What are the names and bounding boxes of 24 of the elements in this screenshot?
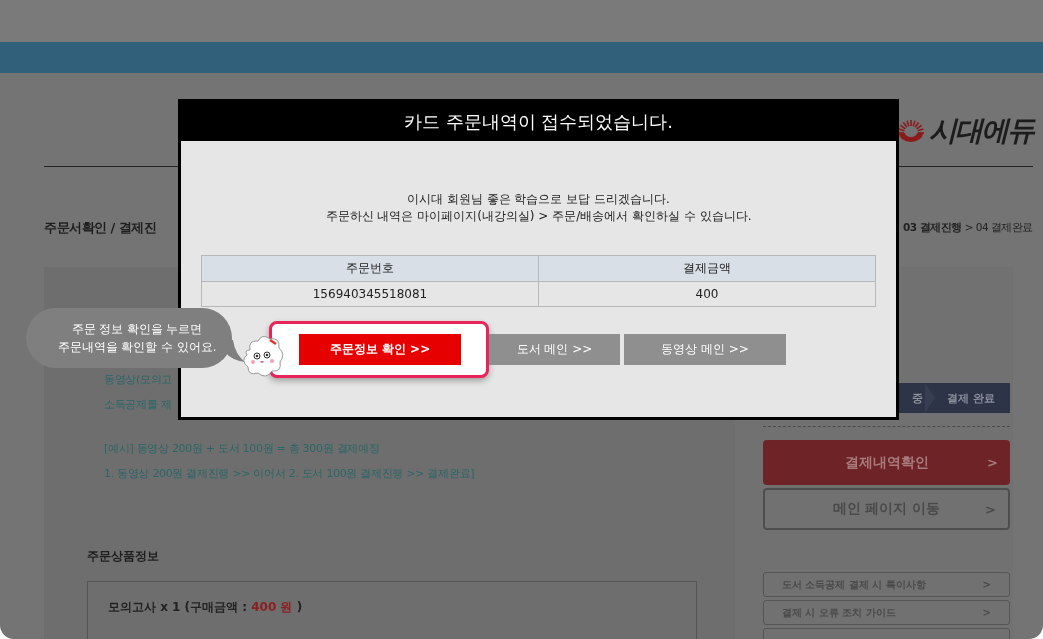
step-label: 결제 완료	[946, 390, 996, 406]
notice-text: 동영상(모의고	[104, 372, 174, 388]
nav-button[interactable]: 동영상 메인 >>	[624, 334, 786, 365]
page-title: 주문서확인 / 결제진	[44, 219, 157, 237]
step-label: 중	[912, 390, 925, 406]
nav-button[interactable]: 도서 메인 >>	[489, 334, 620, 365]
logo-text: 시대에듀	[929, 113, 1033, 149]
product-text: 모의고사 x 1 (구매금액 : 400 원 )	[108, 600, 303, 614]
column-header: 주문번호	[201, 255, 539, 282]
modal-title: 카드 주문내역이 접수되었습니다.	[181, 102, 896, 141]
tooltip-text: 주문 정보 확인을 누르면 주문내역을 확인할 수 있어요.	[57, 321, 217, 356]
notice-text: 소득공제를 제	[104, 397, 173, 413]
column-header: 결제금액	[538, 255, 876, 282]
table-cell: 156940345518081	[201, 281, 539, 307]
example-text: [예시] 동영상 200원 + 도서 100원 = 총 300원 결제예정	[104, 441, 381, 457]
example-text: 1. 동영상 200원 결제진행 >> 이어서 2. 도서 100원 결제진행 >> 결제완료]	[104, 466, 476, 482]
modal-message: 이시대 회원님 좋은 학습으로 보답 드리겠습니다. 주문하신 내역은 마이페이지(내강의실) > 주문/배송에서 확인하실 수 있습니다.	[324, 191, 753, 225]
sunburst-icon	[896, 120, 926, 142]
history-button[interactable]: 결제내역확인 >	[763, 440, 1010, 485]
order-info-button[interactable]: 주문정보 확인 >>	[299, 334, 461, 365]
table-cell: 400	[538, 281, 876, 307]
breadcrumb: 03 결제진행 > 04 결제완료	[903, 221, 1033, 235]
section-title: 주문상품정보	[87, 548, 160, 565]
logo[interactable]: 시대에듀	[896, 112, 1033, 150]
